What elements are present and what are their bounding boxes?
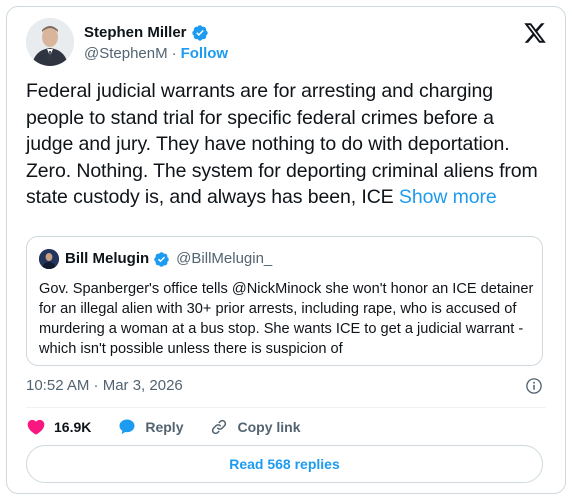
author-handle[interactable]: @StephenM	[84, 45, 168, 63]
divider	[26, 407, 546, 408]
info-icon[interactable]	[525, 377, 543, 395]
tweet-timestamp[interactable]: 10:52 AM · Mar 3, 2026	[26, 376, 183, 396]
quote-text: Gov. Spanberger's office tells @NickMino…	[39, 281, 534, 357]
x-logo-icon[interactable]	[523, 21, 547, 45]
quote-author-handle[interactable]: @BillMelugin_	[176, 250, 272, 268]
read-replies-button[interactable]: Read 568 replies	[26, 445, 543, 483]
heart-icon	[27, 419, 45, 435]
show-more-link[interactable]: Show more	[399, 186, 497, 208]
author-name[interactable]: Stephen Miller	[84, 24, 209, 42]
reply-button[interactable]: Reply	[117, 417, 183, 437]
action-bar: 16.9K Reply Copy link	[26, 416, 327, 438]
follow-button[interactable]: Follow	[181, 45, 229, 63]
tweet-text: Federal judicial warrants are for arrest…	[26, 78, 546, 211]
handle-separator: ·	[171, 45, 177, 62]
reply-label: Reply	[145, 419, 184, 435]
quote-header: Bill Melugin @BillMelugin_	[65, 250, 272, 268]
reply-icon	[119, 419, 135, 435]
like-button[interactable]: 16.9K	[26, 417, 91, 437]
quote-author-name[interactable]: Bill Melugin	[65, 250, 149, 268]
link-icon	[212, 419, 227, 435]
tweet-card: Stephen Miller @StephenM · Follow Federa…	[6, 6, 566, 494]
like-count: 16.9K	[54, 419, 92, 435]
copy-link-button[interactable]: Copy link	[209, 417, 301, 437]
verified-badge-icon	[191, 25, 208, 41]
quoted-tweet[interactable]: Bill Melugin @BillMelugin_ Gov. Spanberg…	[26, 236, 543, 366]
copy-link-label: Copy link	[237, 419, 301, 435]
handle-row: @StephenM · Follow	[84, 45, 228, 63]
quote-author-avatar[interactable]	[39, 249, 59, 269]
author-avatar[interactable]	[26, 18, 74, 66]
read-replies-label: Read 568 replies	[229, 456, 340, 472]
author-name-label[interactable]: Stephen Miller	[84, 24, 187, 42]
verified-badge-icon	[154, 251, 169, 267]
